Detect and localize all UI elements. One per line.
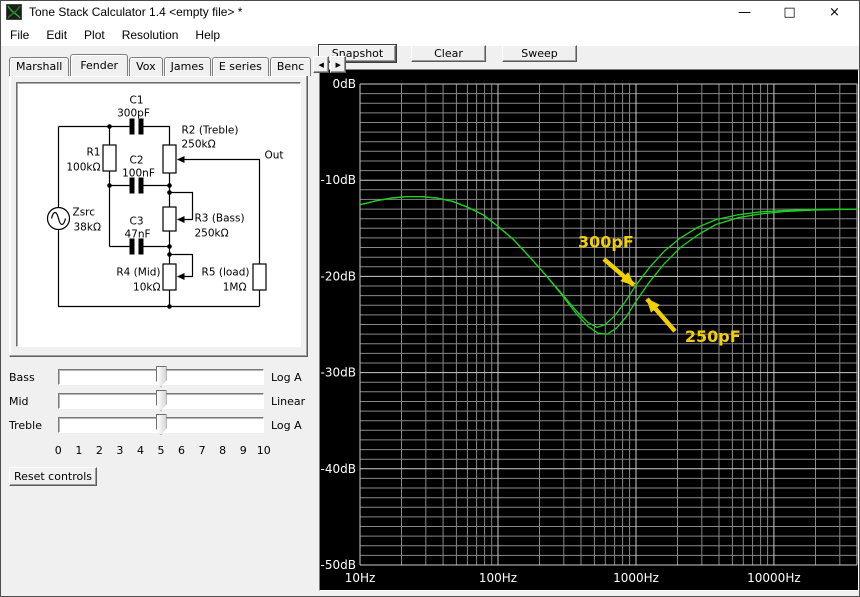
x-tick-label: 10Hz [345,571,376,585]
mid-slider-track[interactable] [58,390,264,411]
out-label: Out [265,150,284,162]
tab-james[interactable]: James [163,57,211,76]
scale-tick-4: 4 [136,444,144,457]
r5-name: R5 (load) [202,267,250,279]
scale-tick-0: 0 [54,444,62,457]
window-title: Tone Stack Calculator 1.4 <empty file> * [29,5,243,19]
response-plot: 300pF250pF0dB-10dB-20dB-30dB-40dB-50dB10… [321,77,858,585]
circuit-panel: C1 300pF R2 (Treble) 250kΩ R1 100kΩ C2 1… [16,82,301,347]
r4-value: 10kΩ [133,282,160,294]
c3-value: 47nF [124,229,150,241]
x-tick-label: 10000Hz [747,571,801,585]
r4-name: R4 (Mid) [116,267,160,279]
c1-name: C1 [129,95,143,107]
y-tick-label: -10dB [321,173,356,187]
y-tick-label: -20dB [321,269,356,283]
zsrc-value: 38kΩ [74,222,101,234]
treble-slider-row: Treble Log A [1,414,308,437]
treble-taper-label: Log A [271,419,302,432]
r3-value: 250kΩ [195,228,229,240]
scale-tick-6: 6 [178,444,186,457]
r2-value: 250kΩ [182,139,216,151]
tab-page-fender: C1 300pF R2 (Treble) 250kΩ R1 100kΩ C2 1… [9,75,308,357]
menu-bar: File Edit Plot Resolution Help [1,23,859,46]
zsrc-name: Zsrc [73,207,96,219]
tab-marshall[interactable]: Marshall [9,57,70,76]
mid-taper-label: Linear [271,395,306,408]
tab-benc[interactable]: Benc [269,57,312,76]
menu-item-edit[interactable]: Edit [46,28,67,42]
mid-slider-row: Mid Linear [1,390,308,413]
maximize-icon[interactable]: □ [767,1,812,23]
c2-value: 100nF [122,168,155,180]
annotation-label-300pF: 300pF [578,233,634,252]
r1-value: 100kΩ [66,162,100,174]
reset-controls-button[interactable]: Reset controls [9,467,97,486]
frequency-response-graph: 300pF 250pF 0dB -10dB -20dB -30dB -40dB -50dB 10… [319,69,859,591]
circuit-diagram: C1 300pF R2 (Treble) 250kΩ R1 100kΩ C2 1… [46,95,284,309]
treble-slider-track[interactable] [58,414,264,435]
window-controls: — □ × [722,1,857,23]
bass-slider-track[interactable] [58,366,264,387]
menu-item-plot[interactable]: Plot [84,28,105,42]
clear-button[interactable]: Clear [411,45,486,62]
scale-tick-10: 10 [256,444,271,457]
scale-tick-8: 8 [219,444,227,457]
title-bar: Tone Stack Calculator 1.4 <empty file> *… [1,1,859,23]
bass-slider-thumb[interactable] [155,366,167,387]
app-window: Tone Stack Calculator 1.4 <empty file> *… [0,0,860,597]
treble-slider-thumb[interactable] [155,414,167,435]
tab-fender[interactable]: Fender [70,54,129,76]
app-icon [6,4,22,20]
scale-tick-7: 7 [198,444,206,457]
bass-label: Bass [9,371,35,384]
menu-item-help[interactable]: Help [195,28,220,42]
r5-value: 1MΩ [223,282,247,294]
menu-item-resolution[interactable]: Resolution [122,28,179,42]
tab-vox[interactable]: Vox [129,57,163,76]
close-icon[interactable]: × [812,1,857,23]
treble-label: Treble [9,419,42,432]
r3-name: R3 (Bass) [195,213,245,225]
scale-tick-5: 5 [157,444,165,457]
c1-value: 300pF [117,108,150,120]
y-tick-label: -40dB [321,462,356,476]
tab-e-series[interactable]: E series [211,57,269,76]
annotation-label-250pF: 250pF [685,327,741,346]
slider-scale: 0 1 2 3 4 5 6 7 8 9 10 [48,444,274,457]
c2-name: C2 [129,155,143,167]
c3-name: C3 [129,216,143,228]
scale-tick-9: 9 [239,444,247,457]
scale-tick-3: 3 [116,444,124,457]
y-tick-label: 0dB [333,77,356,91]
mid-slider-thumb[interactable] [155,390,167,411]
bass-slider-row: Bass Log A [1,366,308,389]
x-tick-label: 100Hz [479,571,517,585]
r1-name: R1 [87,147,101,159]
scale-tick-1: 1 [75,444,83,457]
x-tick-label: 1000Hz [613,571,659,585]
menu-item-file[interactable]: File [10,28,29,42]
mid-label: Mid [9,395,29,408]
r2-name: R2 (Treble) [182,125,239,137]
minimize-icon[interactable]: — [722,1,767,23]
tab-scroll-left-icon[interactable]: ◀ [313,56,330,73]
bass-taper-label: Log A [271,371,302,384]
y-tick-label: -30dB [321,366,356,380]
scale-tick-2: 2 [95,444,103,457]
sweep-button[interactable]: Sweep [502,45,577,62]
tab-scroll-right-icon[interactable]: ▶ [330,56,347,73]
y-tick-label: -50dB [321,558,356,572]
tab-strip: Marshall Fender Vox James E series Benc ◀ ▶ [9,54,347,76]
